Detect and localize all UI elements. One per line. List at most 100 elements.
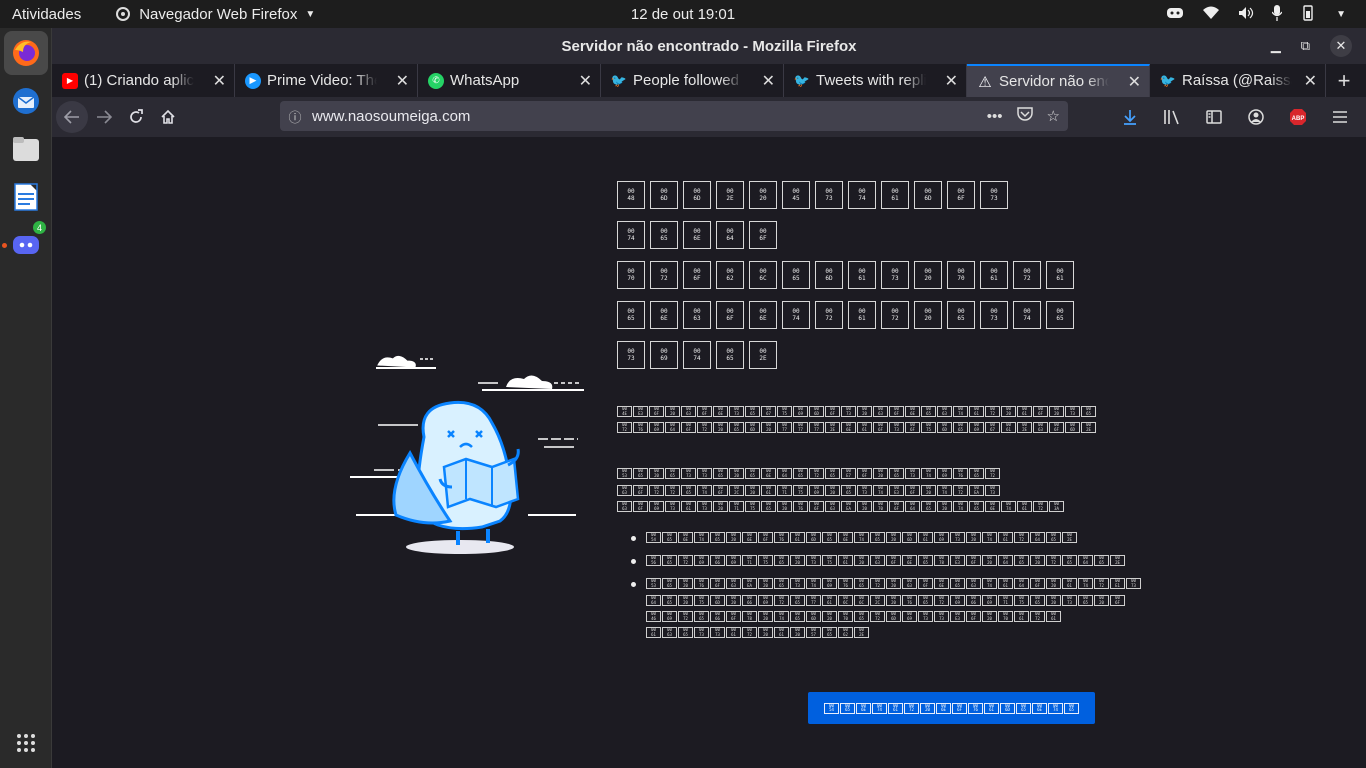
- missing-glyph: 00 65: [947, 301, 975, 329]
- power-menu-icon[interactable]: ▼: [1336, 9, 1346, 20]
- missing-glyph: 00 70: [873, 501, 888, 512]
- tab-prime-video[interactable]: ▶ Prime Video: The G ✕: [235, 64, 418, 97]
- adblock-plus-button[interactable]: ABP: [1282, 101, 1314, 133]
- minimize-button[interactable]: ▁: [1271, 38, 1281, 54]
- dock-discord[interactable]: 4: [4, 221, 48, 267]
- library-button[interactable]: [1156, 101, 1188, 133]
- window-titlebar[interactable]: Servidor não encontrado - Mozilla Firefo…: [52, 28, 1366, 64]
- twitter-icon: 🐦: [793, 72, 811, 88]
- missing-glyph: 00 73: [681, 468, 696, 479]
- close-tab-icon[interactable]: ✕: [1128, 72, 1141, 92]
- system-tray[interactable]: ▼: [1166, 0, 1346, 28]
- missing-glyph: 00 20: [777, 501, 792, 512]
- app-menu[interactable]: Navegador Web Firefox ▼: [115, 6, 315, 23]
- missing-glyph: 00 65: [1046, 532, 1061, 543]
- missing-glyph: 00 20: [761, 422, 776, 433]
- close-window-button[interactable]: ✕: [1330, 35, 1352, 57]
- missing-glyph: 00 63: [662, 627, 677, 638]
- dock-firefox[interactable]: [4, 31, 48, 75]
- missing-glyph: 00 69: [982, 595, 997, 606]
- thunderbird-icon: [13, 88, 39, 114]
- close-tab-icon[interactable]: ✕: [1304, 71, 1317, 91]
- close-tab-icon[interactable]: ✕: [579, 71, 592, 91]
- missing-glyph: 00 73: [729, 406, 744, 417]
- missing-glyph: 00 72: [870, 611, 885, 622]
- missing-glyph: 00 20: [966, 532, 981, 543]
- url-text[interactable]: www.naosoumeiga.com: [312, 108, 470, 125]
- missing-glyph: 00 65: [729, 422, 744, 433]
- missing-glyph: 00 73: [1126, 578, 1141, 589]
- dock-files[interactable]: [4, 127, 48, 171]
- home-button[interactable]: [152, 101, 184, 133]
- error-description-line: 00 72 00 76 00 69 00 64 00 6F 00 72 00 20 00 65 00 6D 00 20…: [617, 422, 1096, 433]
- dock-libreoffice-writer[interactable]: [4, 175, 48, 219]
- navigation-toolbar: ⓘ www.naosoumeiga.com ••• ☆ ABP: [52, 97, 1366, 137]
- close-tab-icon[interactable]: ✕: [945, 71, 958, 91]
- missing-glyph: 00 72: [697, 422, 712, 433]
- tab-youtube[interactable]: ▶ (1) Criando aplicati ✕: [52, 64, 235, 97]
- missing-glyph: 00 65: [825, 468, 840, 479]
- try-again-button[interactable]: 00 54 00 65 00 6E 00 74 00 61 00 72 00 20 00 6E 00 6F 00 76…: [808, 692, 1095, 724]
- tab-warning[interactable]: ⚠ Servidor não encon ✕: [967, 64, 1150, 97]
- missing-glyph: 00 77: [777, 422, 792, 433]
- menu-button[interactable]: [1324, 101, 1356, 133]
- tab-whatsapp[interactable]: ✆ WhatsApp ✕: [418, 64, 601, 97]
- address-bar[interactable]: ⓘ www.naosoumeiga.com ••• ☆: [280, 101, 1068, 131]
- activities-button[interactable]: Atividades: [12, 6, 81, 23]
- missing-glyph: 00 20: [921, 485, 936, 496]
- running-indicator: [2, 243, 7, 248]
- missing-glyph: 00 6D: [1000, 702, 1015, 714]
- reload-icon: [130, 109, 143, 123]
- sidebar-button[interactable]: [1198, 101, 1230, 133]
- tab-twitter[interactable]: 🐦 Raíssa (@Raissasan ✕: [1150, 64, 1326, 97]
- missing-glyph: 00 74: [1013, 301, 1041, 329]
- dock-thunderbird[interactable]: [4, 79, 48, 123]
- new-tab-button[interactable]: +: [1326, 64, 1362, 97]
- close-tab-icon[interactable]: ✕: [762, 71, 775, 91]
- microphone-icon[interactable]: [1271, 4, 1283, 24]
- tab-twitter[interactable]: 🐦 Tweets with replies ✕: [784, 64, 967, 97]
- close-tab-icon[interactable]: ✕: [213, 71, 226, 91]
- account-button[interactable]: [1240, 101, 1272, 133]
- missing-glyph: 00 75: [758, 555, 773, 566]
- missing-glyph: 00 67: [761, 406, 776, 417]
- reload-button[interactable]: [120, 101, 152, 133]
- missing-glyph: 00 69: [822, 578, 837, 589]
- info-icon[interactable]: ⓘ: [280, 107, 310, 126]
- chevron-down-icon: ▼: [305, 8, 316, 20]
- missing-glyph: 00 72: [815, 301, 843, 329]
- forward-button[interactable]: [88, 101, 120, 133]
- close-tab-icon[interactable]: ✕: [396, 71, 409, 91]
- pocket-icon[interactable]: [1016, 107, 1033, 125]
- missing-glyph: 00 63: [683, 301, 711, 329]
- missing-glyph: 00 2E: [1017, 422, 1032, 433]
- tab-twitter[interactable]: 🐦 People followed by ✕: [601, 64, 784, 97]
- back-button[interactable]: [56, 101, 88, 133]
- wifi-icon[interactable]: [1202, 6, 1220, 23]
- missing-glyph: 00 20: [1046, 578, 1061, 589]
- adblock-plus-icon: ABP: [1290, 109, 1306, 125]
- missing-glyph: 00 6E: [678, 532, 693, 543]
- missing-glyph: 00 75: [694, 595, 709, 606]
- missing-glyph: 00 73: [980, 301, 1008, 329]
- missing-glyph: 00 73: [1062, 595, 1077, 606]
- battery-icon[interactable]: [1300, 4, 1318, 24]
- missing-glyph: 00 65: [950, 578, 965, 589]
- suggestions-intro-line: 00 63 00 6F 00 69 00 73 00 61 00 73 00 20 00 71 00 75 00 65…: [617, 501, 1064, 512]
- missing-glyph: 00 6E: [749, 301, 777, 329]
- maximize-button[interactable]: ⧉: [1301, 38, 1310, 54]
- volume-icon[interactable]: [1238, 6, 1254, 23]
- discord-tray-icon[interactable]: [1166, 6, 1184, 23]
- downloads-button[interactable]: [1114, 101, 1146, 133]
- missing-glyph: 00 65: [774, 578, 789, 589]
- missing-glyph: 00 2E: [1062, 532, 1077, 543]
- show-applications-button[interactable]: [4, 721, 48, 765]
- missing-glyph: 00 73: [934, 611, 949, 622]
- missing-glyph: 00 6E: [841, 422, 856, 433]
- missing-glyph: 00 63: [937, 406, 952, 417]
- missing-glyph: 00 73: [950, 532, 965, 543]
- missing-glyph: 00 6F: [681, 422, 696, 433]
- missing-glyph: 00 64: [1014, 578, 1029, 589]
- page-actions-icon[interactable]: •••: [987, 108, 1003, 125]
- bookmark-star-icon[interactable]: ☆: [1047, 107, 1060, 125]
